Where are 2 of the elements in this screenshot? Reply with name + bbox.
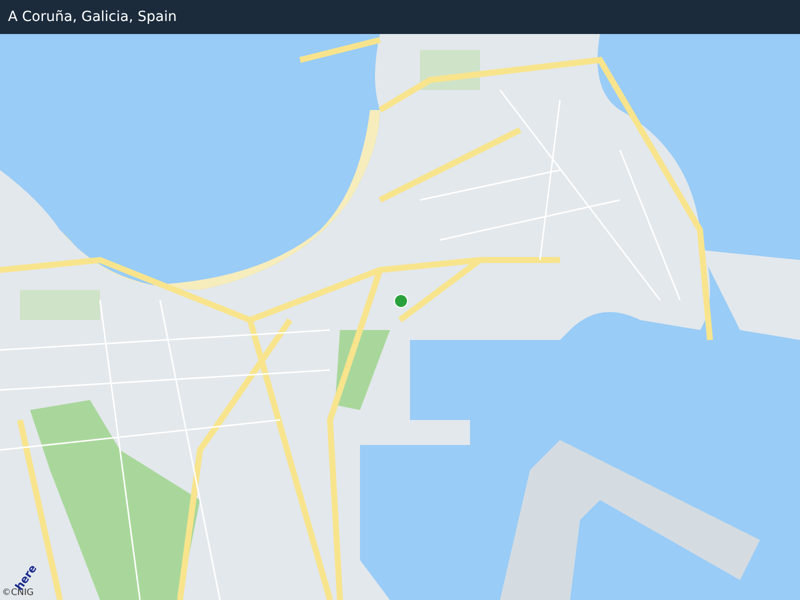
copyright-text: ©CNIG [2, 588, 34, 598]
location-title: A Coruña, Galicia, Spain [8, 9, 177, 25]
